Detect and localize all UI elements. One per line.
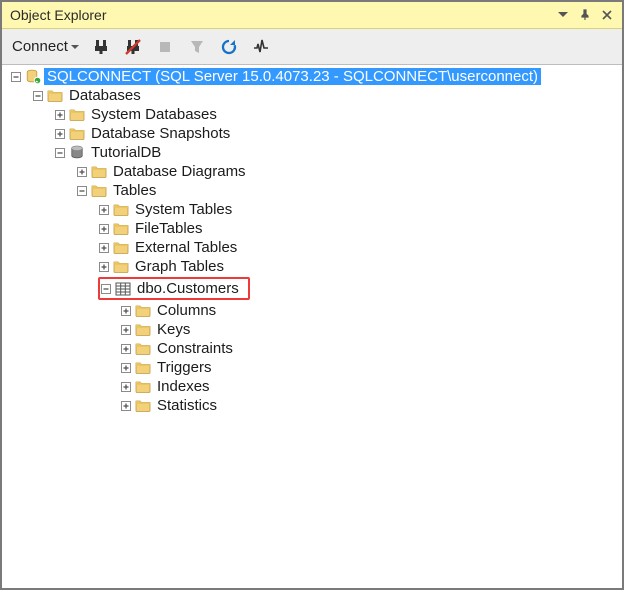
folder-icon xyxy=(134,398,152,414)
window-menu-icon[interactable] xyxy=(554,6,572,24)
node-label: Database Snapshots xyxy=(88,125,233,142)
refresh-icon[interactable] xyxy=(216,34,242,60)
activity-monitor-icon[interactable] xyxy=(248,34,274,60)
folder-icon xyxy=(134,379,152,395)
system-databases-node[interactable]: System Databases xyxy=(8,105,616,124)
node-label: System Databases xyxy=(88,106,220,123)
expander[interactable] xyxy=(120,362,132,374)
panel-title: Object Explorer xyxy=(10,7,550,23)
external-tables-node[interactable]: External Tables xyxy=(8,238,616,257)
folder-icon xyxy=(112,240,130,256)
node-label: FileTables xyxy=(132,220,206,237)
node-label: TutorialDB xyxy=(88,144,164,161)
chevron-down-icon xyxy=(70,42,80,52)
database-snapshots-node[interactable]: Database Snapshots xyxy=(8,124,616,143)
connect-button[interactable]: Connect xyxy=(10,36,82,57)
databases-node[interactable]: Databases xyxy=(8,86,616,105)
toolbar: Connect xyxy=(2,29,622,65)
expander[interactable] xyxy=(54,109,66,121)
node-label: Constraints xyxy=(154,340,236,357)
expander[interactable] xyxy=(98,223,110,235)
folder-icon xyxy=(46,88,64,104)
database-icon xyxy=(68,145,86,161)
node-label: Graph Tables xyxy=(132,258,227,275)
database-diagrams-node[interactable]: Database Diagrams xyxy=(8,162,616,181)
dbo-customers-node[interactable]: dbo.Customers xyxy=(100,279,244,298)
folder-icon xyxy=(112,221,130,237)
columns-node[interactable]: Columns xyxy=(8,301,616,320)
tutorialdb-node[interactable]: TutorialDB xyxy=(8,143,616,162)
server-icon xyxy=(24,69,42,85)
panel-titlebar: Object Explorer xyxy=(2,2,622,29)
expander[interactable] xyxy=(100,283,112,295)
node-label: SQLCONNECT (SQL Server 15.0.4073.23 - SQ… xyxy=(44,68,541,85)
stop-icon xyxy=(152,34,178,60)
disconnect-server-icon[interactable] xyxy=(120,34,146,60)
tables-node[interactable]: Tables xyxy=(8,181,616,200)
server-node[interactable]: SQLCONNECT (SQL Server 15.0.4073.23 - SQ… xyxy=(8,67,616,86)
filter-icon xyxy=(184,34,210,60)
annotation-highlight: dbo.Customers xyxy=(98,277,250,300)
connect-label: Connect xyxy=(12,38,68,55)
expander[interactable] xyxy=(54,128,66,140)
expander[interactable] xyxy=(120,343,132,355)
graph-tables-node[interactable]: Graph Tables xyxy=(8,257,616,276)
table-icon xyxy=(114,281,132,297)
folder-icon xyxy=(90,164,108,180)
expander[interactable] xyxy=(120,400,132,412)
folder-icon xyxy=(90,183,108,199)
close-icon[interactable] xyxy=(598,6,616,24)
keys-node[interactable]: Keys xyxy=(8,320,616,339)
expander[interactable] xyxy=(76,166,88,178)
expander[interactable] xyxy=(98,242,110,254)
object-explorer-panel: Object Explorer Connect xyxy=(0,0,624,590)
expander[interactable] xyxy=(98,261,110,273)
node-label: Columns xyxy=(154,302,219,319)
node-label: System Tables xyxy=(132,201,235,218)
tree-view[interactable]: SQLCONNECT (SQL Server 15.0.4073.23 - SQ… xyxy=(2,65,622,588)
expander[interactable] xyxy=(10,71,22,83)
expander[interactable] xyxy=(32,90,44,102)
system-tables-node[interactable]: System Tables xyxy=(8,200,616,219)
folder-icon xyxy=(68,126,86,142)
node-label: Statistics xyxy=(154,397,220,414)
file-tables-node[interactable]: FileTables xyxy=(8,219,616,238)
node-label: dbo.Customers xyxy=(134,280,242,297)
connect-server-icon[interactable] xyxy=(88,34,114,60)
expander[interactable] xyxy=(98,204,110,216)
pin-icon[interactable] xyxy=(576,6,594,24)
constraints-node[interactable]: Constraints xyxy=(8,339,616,358)
node-label: Databases xyxy=(66,87,144,104)
expander[interactable] xyxy=(120,324,132,336)
folder-icon xyxy=(68,107,86,123)
folder-icon xyxy=(112,202,130,218)
folder-icon xyxy=(134,303,152,319)
expander[interactable] xyxy=(54,147,66,159)
folder-icon xyxy=(112,259,130,275)
indexes-node[interactable]: Indexes xyxy=(8,377,616,396)
node-label: Tables xyxy=(110,182,159,199)
node-label: Keys xyxy=(154,321,193,338)
folder-icon xyxy=(134,341,152,357)
folder-icon xyxy=(134,360,152,376)
expander[interactable] xyxy=(120,381,132,393)
folder-icon xyxy=(134,322,152,338)
node-label: Indexes xyxy=(154,378,213,395)
statistics-node[interactable]: Statistics xyxy=(8,396,616,415)
node-label: Triggers xyxy=(154,359,214,376)
expander[interactable] xyxy=(120,305,132,317)
node-label: External Tables xyxy=(132,239,240,256)
triggers-node[interactable]: Triggers xyxy=(8,358,616,377)
node-label: Database Diagrams xyxy=(110,163,249,180)
expander[interactable] xyxy=(76,185,88,197)
